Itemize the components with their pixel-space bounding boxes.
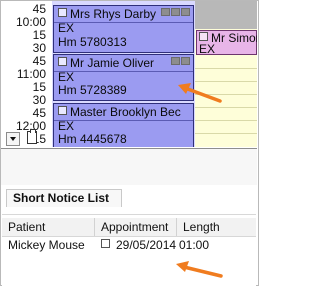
- slot-divider: [195, 107, 257, 108]
- appointment-calendar: 45 10:00 15 30 45 11:00 15 30 45 12:00 1…: [1, 1, 257, 147]
- appointment-patient-name: Mr Simon: [211, 31, 257, 45]
- flag-icon: [181, 57, 190, 65]
- appointment-patient-name: Mrs Rhys Darby: [70, 7, 157, 21]
- flag-icon: [171, 57, 180, 65]
- appointment-patient-name: Mr Jamie Oliver: [70, 56, 155, 70]
- cell-appointment-date: 29/05/2014: [116, 238, 177, 252]
- table-row[interactable]: Mickey Mouse 29/05/2014 01:00: [2, 237, 256, 254]
- checkbox-icon[interactable]: [58, 8, 67, 17]
- cell-patient: Mickey Mouse: [8, 238, 85, 252]
- appointment-flags: [161, 8, 190, 16]
- checkbox-icon[interactable]: [199, 32, 208, 41]
- column-header-appointment[interactable]: Appointment: [95, 218, 177, 236]
- appointment-block-rhys-darby[interactable]: Mrs Rhys Darby EX Hm 5780313: [53, 5, 194, 53]
- cell-length: 01:00: [179, 238, 210, 252]
- appointment-divider: [54, 120, 193, 121]
- time-column: 45 10:00 15 30 45 11:00 15 30 45 12:00 1…: [1, 1, 52, 147]
- appointment-patient: Mr Jamie Oliver: [58, 57, 154, 70]
- column-header-patient[interactable]: Patient: [2, 218, 95, 236]
- checkbox-icon[interactable]: [58, 57, 67, 66]
- slot-divider: [195, 68, 257, 69]
- flag-icon: [161, 8, 170, 16]
- appointment-block-simon[interactable]: Mr Simon EX: [196, 30, 257, 56]
- appointment-flags: [171, 57, 190, 65]
- appointment-divider: [54, 22, 193, 23]
- practitioner-column-2[interactable]: [195, 1, 257, 147]
- appointment-patient: Mrs Rhys Darby: [58, 8, 156, 21]
- list-header: Patient Appointment Length: [2, 218, 256, 237]
- cell-appointment: 29/05/2014: [95, 237, 177, 254]
- appointment-phone: Hm 4445678: [58, 132, 127, 146]
- checkbox-icon[interactable]: [101, 239, 110, 248]
- toolbar: [1, 149, 257, 185]
- dropdown-button[interactable]: [6, 132, 20, 146]
- flag-icon: [181, 8, 190, 16]
- appointment-divider: [54, 71, 193, 72]
- column-header-length[interactable]: Length: [177, 218, 256, 236]
- slot-divider: [195, 120, 257, 121]
- appointment-phone: Hm 5780313: [58, 35, 127, 49]
- appointment-phone: Hm 5728389: [58, 83, 127, 97]
- short-notice-list: Patient Appointment Length Mickey Mouse …: [2, 214, 256, 286]
- flag-icon: [171, 8, 180, 16]
- appointment-block-jamie-oliver[interactable]: Mr Jamie Oliver EX Hm 5728389: [53, 54, 194, 101]
- arrow-annotation-icon: [178, 83, 222, 103]
- appointment-block-brooklyn-bec[interactable]: Master Brooklyn Bec EX Hm 4445678: [53, 103, 194, 147]
- appointment-type: EX: [199, 42, 216, 56]
- appointment-patient: Master Brooklyn Bec: [58, 106, 181, 119]
- appointment-type: EX: [58, 21, 75, 35]
- tab-short-notice-list[interactable]: Short Notice List: [6, 189, 122, 207]
- arrow-annotation-icon: [176, 261, 223, 278]
- checkbox-icon[interactable]: [58, 106, 67, 115]
- appointment-patient-name: Master Brooklyn Bec: [70, 105, 181, 119]
- unavailable-block: [195, 1, 257, 29]
- slot-divider: [195, 133, 257, 134]
- clipboard-icon[interactable]: [27, 129, 37, 144]
